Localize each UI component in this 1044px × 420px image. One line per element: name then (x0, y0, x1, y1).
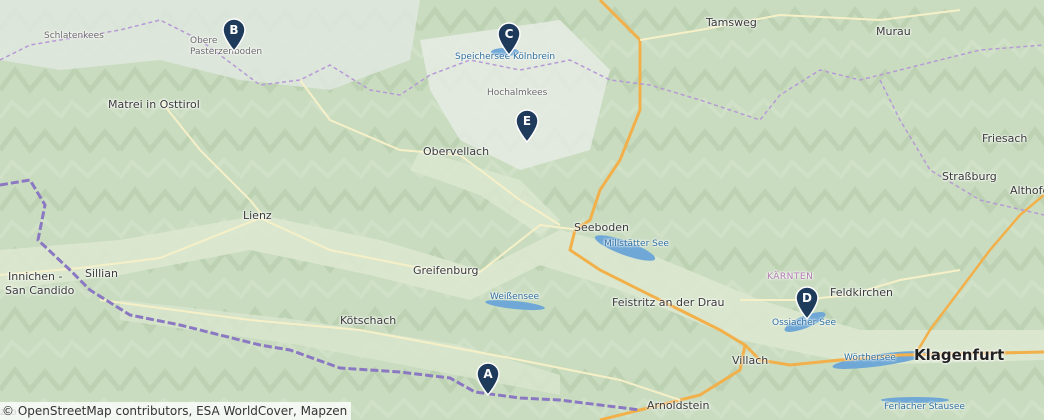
place-klagenfurt: Klagenfurt (914, 346, 1005, 364)
place-schlatenkees: Schlatenkees (44, 31, 104, 41)
marker-label: C (504, 27, 514, 41)
place-feldkirchen: Feldkirchen (830, 286, 893, 299)
place-ferlacher: Ferlacher Stausee (884, 402, 965, 412)
place-arnoldstein: Arnoldstein (647, 399, 710, 412)
place-hochalmkees: Hochalmkees (487, 88, 548, 98)
place-seeboden: Seeboden (574, 221, 629, 234)
marker-label: B (229, 23, 239, 37)
place-innichen: Innichen - (8, 270, 63, 283)
place-sillian: Sillian (85, 267, 118, 280)
place-ossiacher: Ossiacher See (772, 318, 837, 328)
place-friesach: Friesach (982, 132, 1028, 145)
marker-label: E (522, 114, 532, 128)
place-greifenburg: Greifenburg (413, 264, 479, 277)
place-millstaetter: Millstätter See (604, 239, 669, 249)
place-tamsweg: Tamsweg (706, 16, 757, 29)
map-marker-c[interactable]: C (496, 22, 522, 56)
place-lienz: Lienz (243, 209, 272, 222)
place-murau: Murau (876, 25, 911, 38)
map-marker-a[interactable]: A (475, 362, 501, 396)
marker-label: A (483, 367, 493, 381)
place-althofen: Althofe (1010, 184, 1044, 197)
place-strassburg: Straßburg (942, 170, 997, 183)
place-koetschach: Kötschach (340, 314, 397, 327)
place-kaernten: KÄRNTEN (767, 272, 814, 282)
map-canvas[interactable]: Schlatenkees Obere Pasterzenboden Matrei… (0, 0, 1044, 420)
place-sancandido: San Candido (5, 284, 75, 297)
marker-label: D (802, 291, 812, 305)
place-woerthersee: Wörthersee (844, 353, 896, 363)
place-matrei: Matrei in Osttirol (108, 98, 200, 111)
place-feistritz: Feistritz an der Drau (612, 296, 725, 309)
map-marker-b[interactable]: B (221, 18, 247, 52)
place-weissensee: Weißensee (490, 292, 540, 302)
place-obervellach: Obervellach (423, 145, 490, 158)
map-marker-d[interactable]: D (794, 286, 820, 320)
place-villach: Villach (732, 354, 769, 367)
map-marker-e[interactable]: E (514, 109, 540, 143)
map-attribution[interactable]: © OpenStreetMap contributors, ESA WorldC… (0, 402, 352, 420)
